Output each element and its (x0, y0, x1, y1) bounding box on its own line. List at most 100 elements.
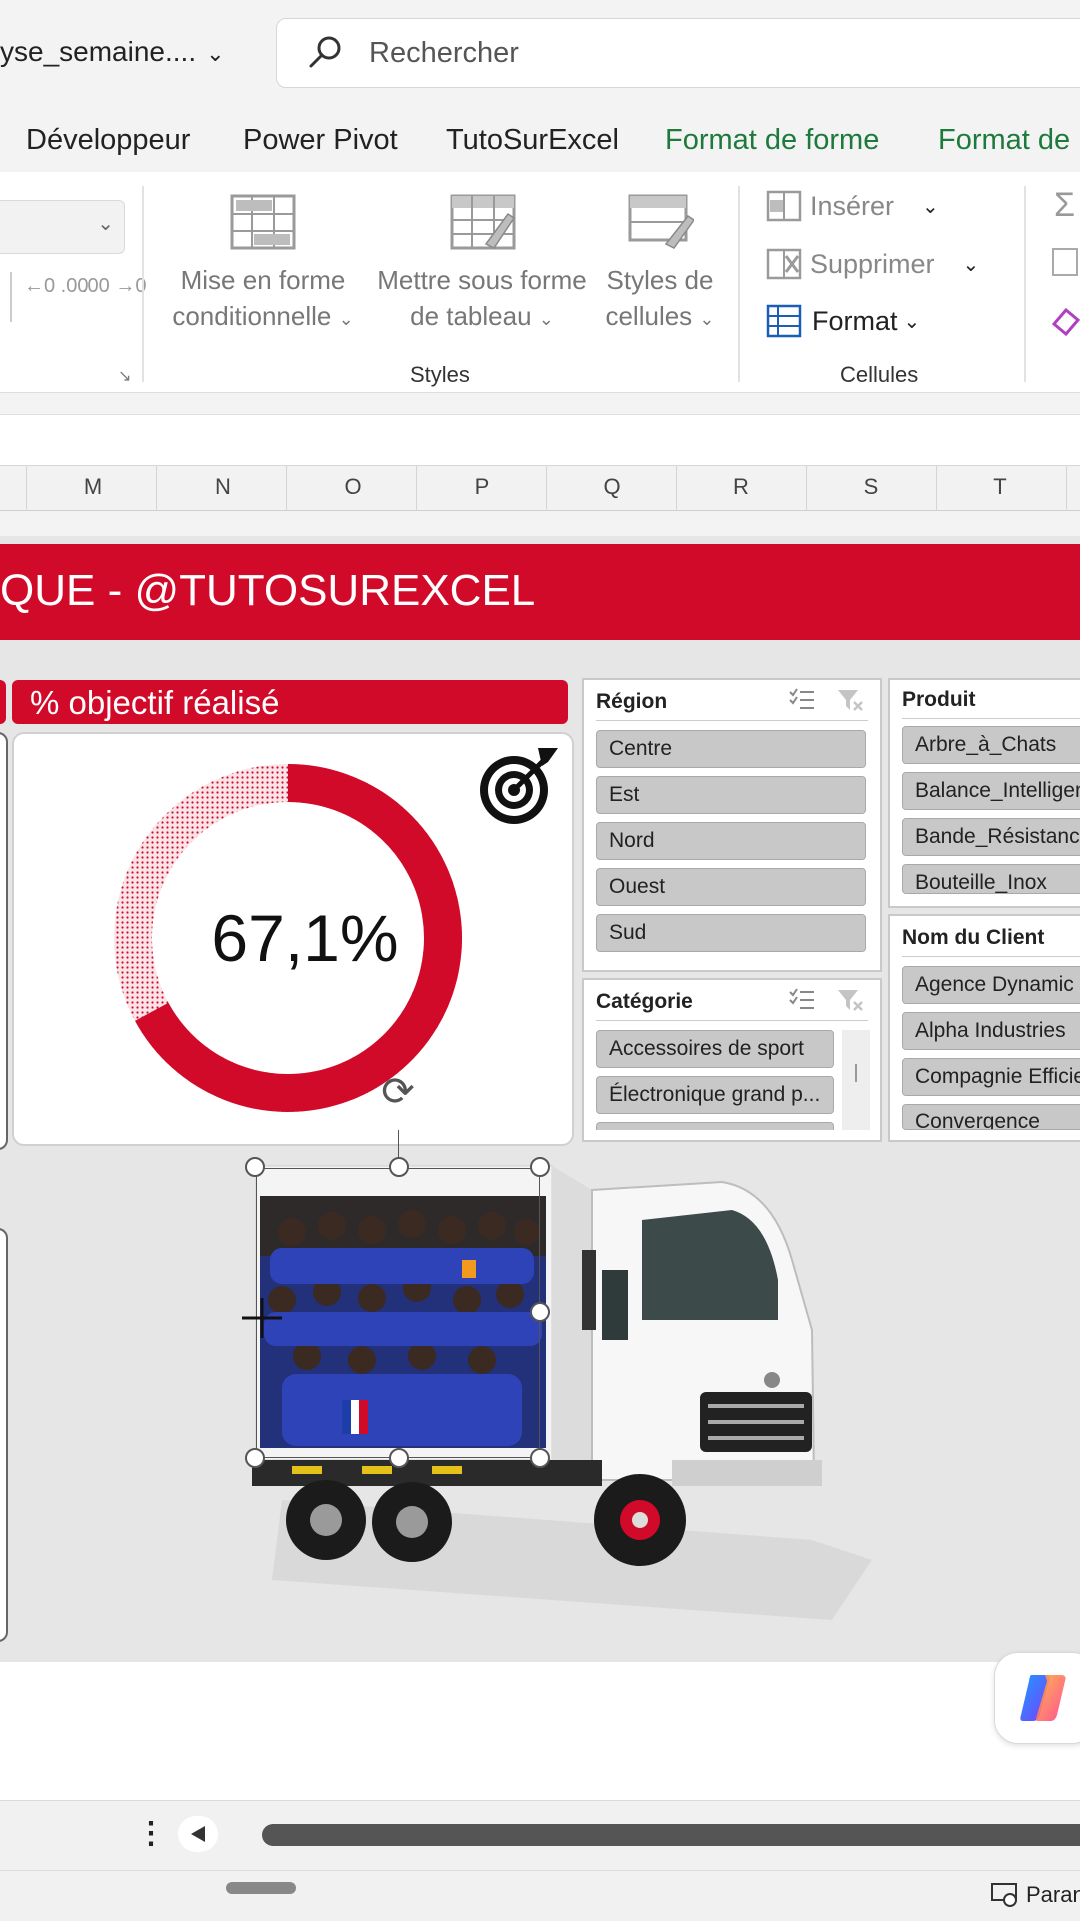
format-as-table-icon (450, 194, 516, 250)
slicer-categorie-title: Catégorie (596, 990, 693, 1013)
slicer-item[interactable]: Agence Dynamic (902, 966, 1080, 1004)
chevron-down-icon: ⌄ (699, 309, 715, 329)
slicer-item[interactable]: Est (596, 776, 866, 814)
slicer-region-title: Région (596, 690, 668, 713)
column-divider (156, 466, 157, 510)
chevron-down-icon: ⌄ (903, 310, 921, 333)
dialog-launcher-icon[interactable]: ↘ (118, 366, 131, 386)
kpi-title: % objectif réalisé (30, 684, 280, 721)
column-header-t[interactable]: T (980, 474, 1020, 500)
slicer-item[interactable]: Électronique grand p... (596, 1076, 834, 1114)
conditional-formatting-button[interactable]: Mise en forme conditionnelle ⌄ (160, 190, 366, 340)
resize-handle[interactable] (245, 1157, 265, 1177)
copilot-button[interactable] (994, 1652, 1080, 1744)
format-cells-label: Format (812, 305, 898, 336)
slicer-item[interactable]: Balance_Intelligen (902, 772, 1080, 810)
increase-decimal-button[interactable]: .00 →0 (82, 276, 146, 296)
column-header-p[interactable]: P (462, 474, 502, 500)
column-header-s[interactable]: S (851, 474, 891, 500)
resize-handle[interactable] (530, 1302, 550, 1322)
column-divider (286, 466, 287, 510)
sum-icon[interactable]: Σ (1054, 186, 1075, 225)
slicer-item[interactable]: Arbre_à_Chats (902, 726, 1080, 764)
chevron-down-icon: ⌄ (97, 213, 114, 235)
cell-styles-label-1: Styles de (606, 265, 714, 295)
number-format-dropdown[interactable]: ⌄ (0, 200, 125, 254)
cell-styles-button[interactable]: Styles de cellules ⌄ (598, 190, 722, 340)
tab-format-de-forme[interactable]: Format de forme (665, 124, 879, 157)
slicer-item[interactable]: Bande_Résistance (902, 818, 1080, 856)
resize-handle[interactable] (530, 1157, 550, 1177)
column-divider (676, 466, 677, 510)
dashboard-title: QUE - @TUTOSUREXCEL (0, 566, 536, 615)
scroll-left-button[interactable] (178, 1816, 218, 1852)
resize-handle[interactable] (389, 1157, 409, 1177)
ribbon-separator (738, 186, 740, 382)
resize-handle[interactable] (530, 1448, 550, 1468)
column-divider (546, 466, 547, 510)
slicer-item-partial (596, 1122, 834, 1130)
tab-developpeur[interactable]: Développeur (26, 124, 190, 157)
column-header-q[interactable]: Q (592, 474, 632, 500)
clear-filter-icon[interactable] (836, 986, 864, 1014)
formula-bar[interactable] (0, 414, 1080, 466)
left-card (0, 732, 8, 1150)
multi-select-icon[interactable] (788, 986, 816, 1014)
column-divider (806, 466, 807, 510)
format-as-table-label-1: Mettre sous forme (377, 265, 587, 295)
insert-cells-button[interactable]: Insérer ⌄ (766, 190, 939, 222)
slicer-scrollbar[interactable] (842, 1030, 870, 1130)
horizontal-scrollbar-thumb[interactable] (262, 1824, 1080, 1846)
caret-left-icon (191, 1826, 205, 1842)
tab-power-pivot[interactable]: Power Pivot (243, 124, 398, 157)
drag-handle[interactable] (226, 1882, 296, 1894)
slicer-item[interactable]: Compagnie Efficie (902, 1058, 1080, 1096)
slicer-item[interactable]: Centre (596, 730, 866, 768)
slicer-item[interactable]: Ouest (596, 868, 866, 906)
multi-select-icon[interactable] (788, 686, 816, 714)
column-header-m[interactable]: M (73, 474, 113, 500)
tab-tutosurexcel[interactable]: TutoSurExcel (446, 124, 619, 157)
fill-icon[interactable] (1052, 248, 1078, 276)
column-header-o[interactable]: O (333, 474, 373, 500)
resize-handle[interactable] (245, 1448, 265, 1468)
chevron-down-icon: ⌄ (338, 309, 354, 329)
column-header-n[interactable]: N (203, 474, 243, 500)
search-box[interactable]: Rechercher (276, 18, 1080, 88)
format-as-table-button[interactable]: Mettre sous forme de tableau ⌄ (374, 190, 590, 340)
settings-label: Paran (1026, 1882, 1080, 1907)
slicer-item[interactable]: Bouteille_Inox (902, 864, 1080, 894)
copilot-icon (1020, 1675, 1066, 1721)
clear-filter-icon[interactable] (836, 686, 864, 714)
styles-group-label: Styles (410, 362, 470, 387)
slicer-divider (596, 720, 868, 721)
clear-eraser-icon[interactable] (1050, 304, 1080, 338)
slicer-item[interactable]: Sud (596, 914, 866, 952)
image-selection-frame[interactable] (256, 1168, 540, 1458)
ribbon-divider (10, 272, 12, 322)
slicer-item[interactable]: Nord (596, 822, 866, 860)
slicer-item[interactable]: Alpha Industries (902, 1012, 1080, 1050)
column-header-r[interactable]: R (721, 474, 761, 500)
cell-styles-icon (628, 194, 694, 249)
scrollbar-thumb[interactable] (855, 1064, 857, 1082)
left-panel-header (0, 680, 6, 724)
settings-button[interactable]: Paran (990, 1882, 1080, 1908)
search-icon (309, 36, 341, 68)
slicer-item[interactable]: Accessoires de sport (596, 1030, 834, 1068)
more-options-icon[interactable]: ⋮ (136, 1816, 166, 1851)
column-divider (416, 466, 417, 510)
decrease-decimal-button[interactable]: ←0 .00 (24, 276, 88, 296)
insert-cells-icon (766, 190, 802, 222)
target-icon (480, 748, 558, 824)
file-name-dropdown[interactable]: yse_semaine.... ⌄ (0, 36, 225, 68)
left-card (0, 1228, 8, 1642)
tab-format-de-image[interactable]: Format de (938, 124, 1070, 157)
format-cells-button[interactable]: Format ⌄ (766, 304, 920, 338)
resize-handle[interactable] (389, 1448, 409, 1468)
slicer-produit-title: Produit (902, 688, 976, 711)
format-cells-icon (766, 304, 802, 338)
slicer-item[interactable]: Convergence (902, 1104, 1080, 1130)
delete-cells-button[interactable]: Supprimer ⌄ (766, 248, 979, 280)
rotate-handle-icon[interactable]: ⟳ (376, 1070, 420, 1114)
